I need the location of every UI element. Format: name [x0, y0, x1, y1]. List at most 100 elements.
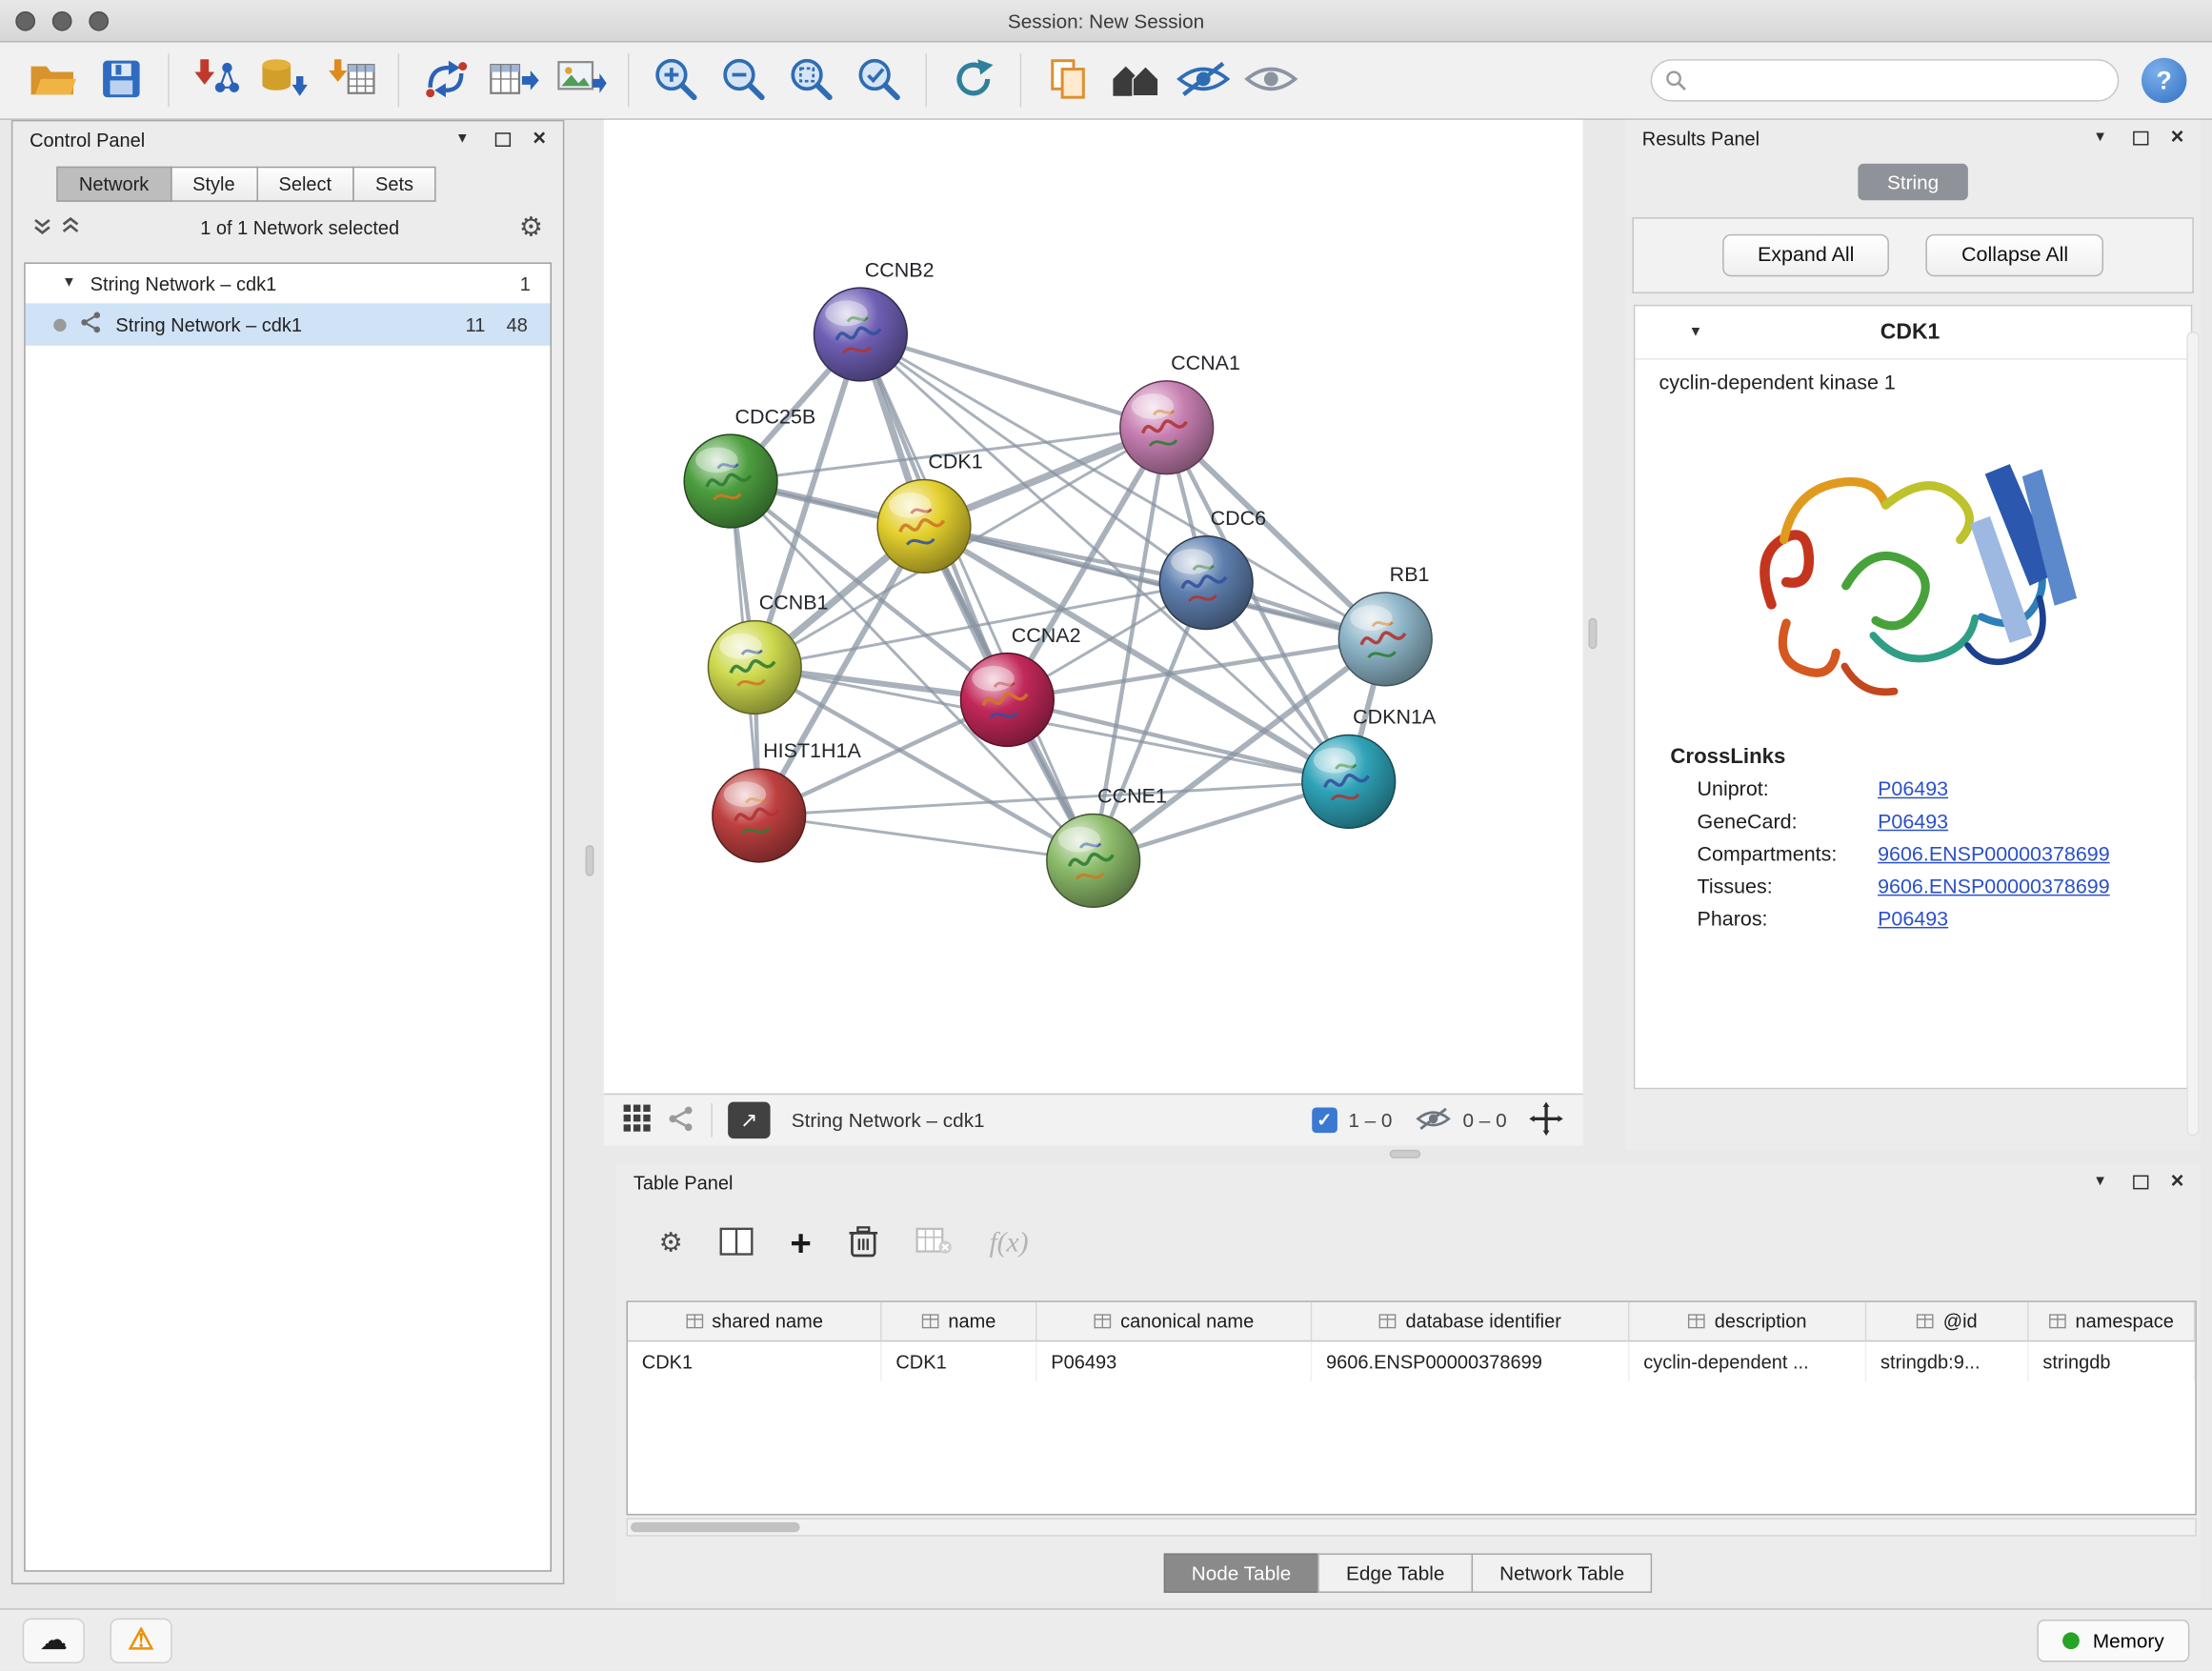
network-node-ccnb1[interactable]: CCNB1: [708, 592, 828, 715]
tab-node-table[interactable]: Node Table: [1163, 1553, 1319, 1592]
zoom-out-button[interactable]: [710, 48, 777, 112]
expand-all-button[interactable]: Expand All: [1722, 234, 1890, 276]
table-cell[interactable]: cyclin-dependent ...: [1629, 1341, 1866, 1380]
crosslink-link[interactable]: P06493: [1878, 909, 1948, 932]
export-image-button[interactable]: [548, 48, 615, 112]
gear-icon[interactable]: ⚙: [519, 213, 543, 240]
center-view-button[interactable]: [1529, 1101, 1563, 1139]
home-button[interactable]: [1102, 48, 1170, 112]
crosslink-link[interactable]: 9606.ENSP00000378699: [1878, 844, 2110, 867]
delete-table-button[interactable]: [915, 1227, 953, 1259]
panel-float-icon[interactable]: [2133, 1176, 2148, 1190]
network-node-rb1[interactable]: RB1: [1338, 563, 1432, 686]
panel-float-icon[interactable]: [2133, 131, 2148, 146]
table-cell[interactable]: stringdb: [2029, 1341, 2196, 1380]
collapse-all-button[interactable]: Collapse All: [1926, 234, 2103, 276]
delete-column-button[interactable]: [848, 1224, 879, 1262]
network-node-hist1h1a[interactable]: HIST1H1A: [713, 739, 862, 862]
right-splitter-handle[interactable]: [1588, 618, 1597, 650]
overview-toggle-button[interactable]: [624, 1104, 653, 1137]
function-builder-button[interactable]: f(x): [989, 1227, 1028, 1259]
table-cell[interactable]: P06493: [1036, 1341, 1312, 1380]
crosslink-link[interactable]: P06493: [1878, 778, 1948, 801]
network-canvas[interactable]: CCNB2CCNA1CDC25BCDK1CDC6RB1CCNB1CCNA2CDK…: [604, 120, 1583, 1094]
results-scrollbar[interactable]: [2186, 332, 2199, 1136]
window-minimize-button[interactable]: [52, 10, 72, 30]
import-table-button[interactable]: [317, 48, 385, 112]
column-header[interactable]: name: [882, 1302, 1037, 1340]
warnings-button[interactable]: ⚠: [111, 1618, 172, 1662]
panel-close-icon[interactable]: ×: [2171, 127, 2184, 150]
panel-close-icon[interactable]: ×: [533, 129, 546, 151]
copy-document-button[interactable]: [1034, 48, 1101, 112]
zoom-selected-button[interactable]: [845, 48, 913, 112]
save-session-button[interactable]: [88, 48, 155, 112]
import-network-file-button[interactable]: [182, 48, 250, 112]
zoom-fit-button[interactable]: [777, 48, 845, 112]
network-node-cdc25b[interactable]: CDC25B: [684, 405, 815, 528]
table-cell[interactable]: CDK1: [628, 1341, 882, 1380]
table-row[interactable]: CDK1 CDK1 P06493 9606.ENSP00000378699 cy…: [628, 1341, 2195, 1380]
crosslink-link[interactable]: P06493: [1878, 812, 1948, 835]
tab-sets[interactable]: Sets: [352, 167, 435, 202]
panel-collapse-icon[interactable]: ▼: [2093, 131, 2107, 146]
network-node-cdc6[interactable]: CDC6: [1159, 507, 1266, 630]
new-network-button[interactable]: [412, 48, 479, 112]
column-header[interactable]: canonical name: [1036, 1302, 1312, 1340]
import-network-database-button[interactable]: [250, 48, 317, 112]
tab-network[interactable]: Network: [56, 167, 171, 202]
window-zoom-button[interactable]: [89, 10, 109, 30]
selected-checkbox-icon[interactable]: ✓: [1312, 1108, 1337, 1134]
create-column-button[interactable]: +: [790, 1224, 811, 1261]
tab-style[interactable]: Style: [170, 167, 257, 202]
network-edge[interactable]: [759, 815, 1094, 860]
panel-close-icon[interactable]: ×: [2171, 1171, 2184, 1194]
tab-edge-table[interactable]: Edge Table: [1317, 1553, 1473, 1592]
network-edge[interactable]: [860, 334, 1166, 428]
table-horizontal-scrollbar[interactable]: [627, 1518, 2197, 1536]
network-row-selected[interactable]: String Network – cdk1 11 48: [26, 303, 551, 345]
tab-network-table[interactable]: Network Table: [1472, 1553, 1653, 1592]
memory-button[interactable]: Memory: [2038, 1619, 2189, 1661]
tab-select[interactable]: Select: [256, 167, 354, 202]
detach-view-button[interactable]: ↗: [728, 1102, 770, 1139]
tree-expander-icon[interactable]: ▼: [62, 276, 76, 291]
panel-float-icon[interactable]: [494, 132, 510, 147]
scrollbar-thumb[interactable]: [631, 1522, 800, 1532]
column-header[interactable]: shared name: [628, 1302, 882, 1340]
zoom-in-button[interactable]: [642, 48, 710, 112]
window-close-button[interactable]: [15, 10, 35, 30]
open-session-button[interactable]: [20, 48, 88, 112]
expand-all-icon[interactable]: [32, 215, 52, 239]
cloud-status-button[interactable]: ☁: [23, 1618, 85, 1662]
collapse-all-icon[interactable]: [61, 215, 81, 239]
tab-string[interactable]: String: [1858, 164, 1968, 201]
apply-layout-button[interactable]: [939, 48, 1007, 112]
table-cell[interactable]: 9606.ENSP00000378699: [1312, 1341, 1629, 1380]
network-node-ccnb2[interactable]: CCNB2: [814, 258, 934, 381]
network-node-cdkn1a[interactable]: CDKN1A: [1302, 706, 1437, 829]
section-expander-icon[interactable]: ▼: [1689, 325, 1703, 339]
export-table-button[interactable]: [480, 48, 548, 112]
table-settings-button[interactable]: ⚙: [659, 1230, 683, 1257]
column-header[interactable]: description: [1629, 1302, 1866, 1340]
crosslink-link[interactable]: 9606.ENSP00000378699: [1878, 876, 2110, 899]
column-header[interactable]: namespace: [2029, 1302, 2196, 1340]
hide-display-button[interactable]: [1170, 48, 1237, 112]
search-input[interactable]: [1651, 59, 2120, 101]
column-header[interactable]: database identifier: [1312, 1302, 1629, 1340]
bottom-splitter-handle[interactable]: [1390, 1150, 1421, 1158]
column-header[interactable]: @id: [1866, 1302, 2028, 1340]
protein-card-header[interactable]: ▼ CDK1: [1635, 306, 2190, 359]
table-cell[interactable]: stringdb:9...: [1866, 1341, 2028, 1380]
panel-collapse-icon[interactable]: ▼: [455, 132, 470, 147]
panel-collapse-icon[interactable]: ▼: [2093, 1176, 2107, 1190]
help-button[interactable]: ?: [2142, 58, 2186, 103]
network-node-ccna1[interactable]: CCNA1: [1120, 352, 1240, 474]
show-display-button[interactable]: [1237, 48, 1305, 112]
graphics-details-button[interactable]: [667, 1104, 695, 1137]
show-columns-button[interactable]: [719, 1227, 754, 1259]
table-cell[interactable]: CDK1: [882, 1341, 1037, 1380]
network-collection-row[interactable]: ▼ String Network – cdk1 1: [26, 264, 551, 303]
left-splitter-handle[interactable]: [586, 845, 594, 876]
